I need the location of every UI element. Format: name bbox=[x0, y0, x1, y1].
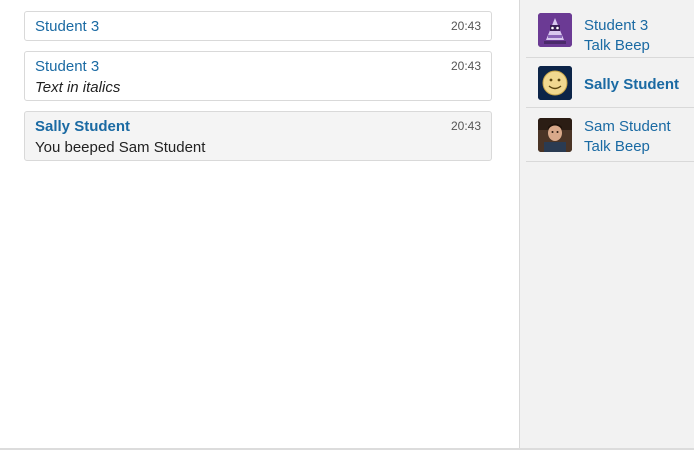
message-text: Text in italics bbox=[35, 79, 121, 96]
message-time: 20:43 bbox=[450, 59, 481, 73]
message-author[interactable]: Student 3 bbox=[35, 58, 99, 75]
message-time: 20:43 bbox=[450, 119, 481, 133]
chat-message-self: Sally Student 20:43 You beeped Sam Stude… bbox=[24, 111, 492, 161]
user-list-item[interactable]: Sam Student Talk Beep bbox=[526, 108, 694, 162]
user-name[interactable]: Student 3 bbox=[584, 17, 648, 34]
chat-message: Student 3 20:43 Text in italics bbox=[24, 51, 492, 101]
talk-beep-link[interactable]: Talk Beep bbox=[584, 37, 650, 54]
message-text: You beeped Sam Student bbox=[35, 139, 206, 156]
user-name[interactable]: Sally Student bbox=[584, 76, 679, 93]
message-author[interactable]: Sally Student bbox=[35, 118, 130, 135]
user-name[interactable]: Sam Student bbox=[584, 118, 671, 135]
chat-message: Student 3 20:43 bbox=[24, 11, 492, 41]
robot-avatar-icon bbox=[538, 13, 572, 47]
talk-beep-link[interactable]: Talk Beep bbox=[584, 138, 650, 155]
person-photo-avatar bbox=[538, 118, 572, 152]
user-list-item-self[interactable]: Sally Student bbox=[526, 58, 694, 108]
user-list-item[interactable]: Student 3 Talk Beep bbox=[526, 5, 694, 58]
user-list-pane: Student 3 Talk Beep Sally Student Sam St… bbox=[519, 0, 694, 448]
smiley-moon-avatar-icon bbox=[538, 66, 572, 100]
message-time: 20:43 bbox=[450, 19, 481, 33]
message-author[interactable]: Student 3 bbox=[35, 18, 99, 35]
chat-messages-pane: Student 3 20:43 Student 3 20:43 Text in … bbox=[0, 0, 519, 448]
